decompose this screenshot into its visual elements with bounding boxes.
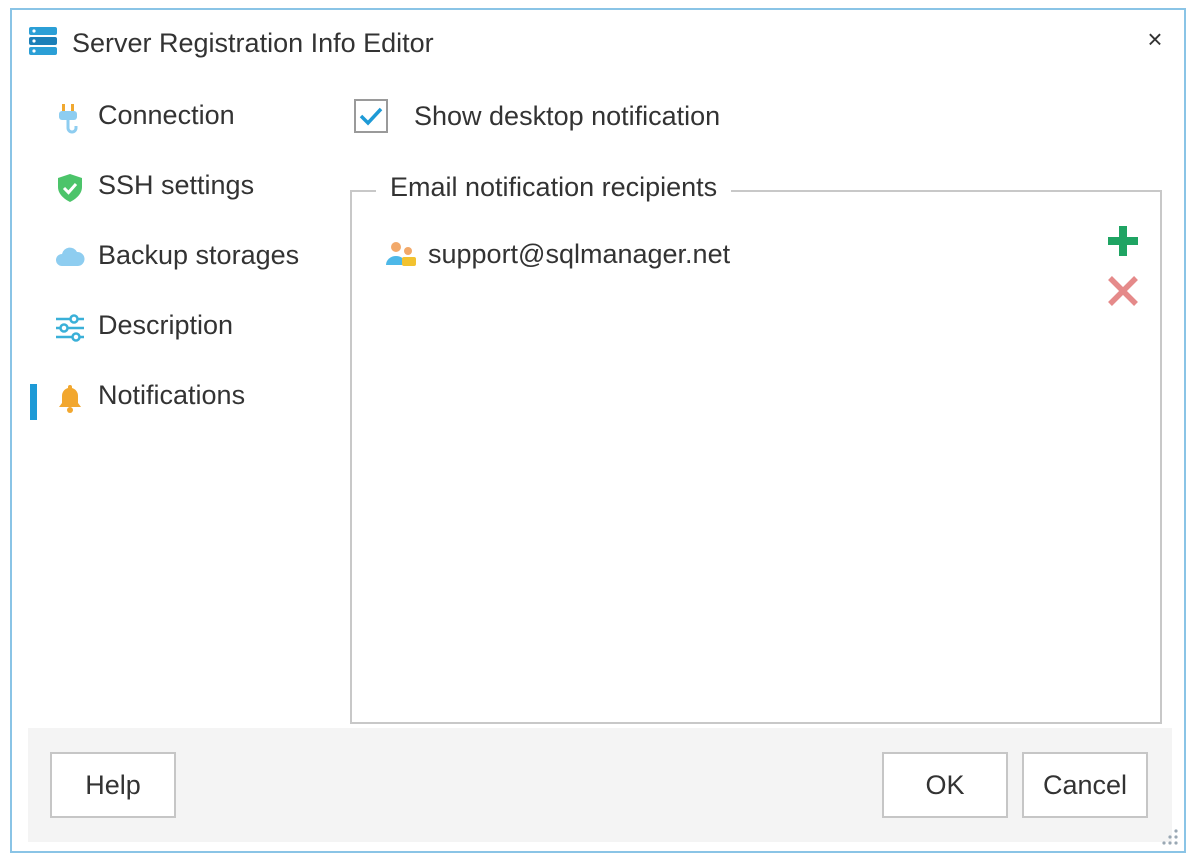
recipient-email: support@sqlmanager.net [428,238,731,269]
ok-button[interactable]: OK [882,752,1008,818]
desktop-notification-label: Show desktop notification [414,100,721,131]
title-bar: Server Registration Info Editor × [12,10,1184,76]
sidebar-item-label: SSH settings [98,170,255,200]
window-title: Server Registration Info Editor [72,28,434,58]
sidebar-item-label: Description [98,310,234,340]
sidebar-item-ssh-settings[interactable]: SSH settings [12,152,342,222]
cloud-icon [54,242,86,274]
plug-icon [54,102,86,134]
email-recipients-group: Email notification recipients support@sq… [350,172,1162,724]
sidebar-item-description[interactable]: Description [12,292,342,362]
sidebar: Connection SSH settings Backup storages [12,82,342,432]
sliders-icon [54,312,86,344]
sidebar-item-notifications[interactable]: Notifications [12,362,342,432]
desktop-notification-option[interactable]: Show desktop notification [354,96,720,136]
sidebar-item-label: Backup storages [98,240,300,270]
bell-icon [54,382,86,414]
server-stack-icon [28,26,58,56]
active-indicator [30,384,37,420]
sidebar-item-backup-storages[interactable]: Backup storages [12,222,342,292]
help-button[interactable]: Help [50,752,176,818]
recipient-item[interactable]: support@sqlmanager.net [384,236,730,272]
close-button[interactable]: × [1140,24,1170,54]
remove-recipient-button[interactable] [1104,272,1142,310]
add-recipient-button[interactable] [1104,222,1142,260]
sidebar-item-label: Connection [98,100,235,130]
plus-icon [1108,226,1138,256]
cancel-button[interactable]: Cancel [1022,752,1148,818]
desktop-notification-checkbox[interactable] [354,99,388,133]
email-recipients-heading: Email notification recipients [376,172,732,203]
sidebar-item-label: Notifications [98,380,246,410]
dialog-footer: Help OK Cancel [28,728,1172,842]
sidebar-item-connection[interactable]: Connection [12,82,342,152]
shield-check-icon [54,172,86,204]
user-group-icon [384,239,418,269]
server-registration-dialog: Server Registration Info Editor × Connec… [10,8,1186,853]
resize-grip[interactable] [1158,825,1180,847]
x-icon [1108,276,1138,306]
